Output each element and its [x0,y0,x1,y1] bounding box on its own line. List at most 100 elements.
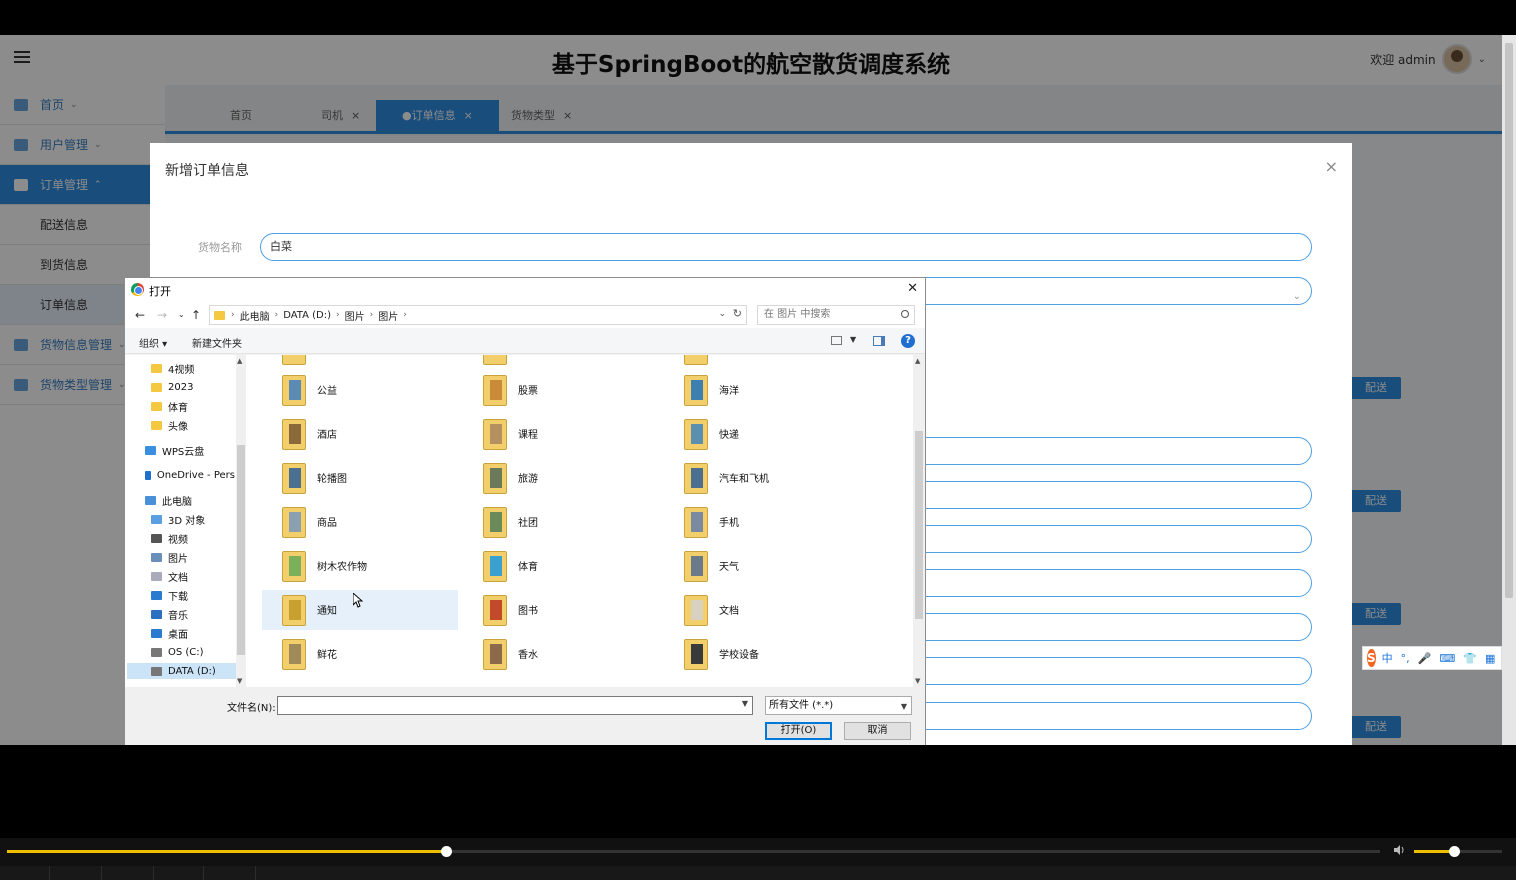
nav-item[interactable]: 头像 [125,417,235,433]
nav-item[interactable]: 图片 [125,549,235,565]
nav-item[interactable]: OS (C:) [125,644,235,660]
file-item[interactable]: 树木农作物 [262,546,458,586]
file-item[interactable]: 体育 [463,546,659,586]
file-item[interactable]: 股票 [463,370,659,410]
scrollbar-thumb[interactable] [237,445,245,655]
new-folder-button[interactable]: 新建文件夹 [192,335,242,350]
nav-item[interactable]: 下载 [125,587,235,603]
nav-item[interactable]: WPS云盘 [125,442,235,458]
breadcrumb-item[interactable]: 图片 [378,308,398,323]
nav-item[interactable]: 体育 [125,398,235,414]
scroll-down-icon[interactable]: ▼ [915,677,920,685]
player-control[interactable] [204,866,256,880]
folder-thumbnail [289,600,301,620]
page-scrollbar[interactable] [1502,35,1516,745]
scroll-up-icon[interactable]: ▲ [237,357,242,365]
progress-bar[interactable] [7,846,1380,857]
file-item[interactable]: 天气 [664,546,860,586]
file-item[interactable]: 海洋 [664,370,860,410]
keyboard-icon[interactable]: ⌨ [1439,652,1455,665]
file-item[interactable]: 快递 [664,414,860,454]
volume-icon[interactable] [1393,844,1405,856]
nav-scrollbar[interactable]: ▲ ▼ [236,355,246,687]
back-arrow-icon[interactable]: ← [135,308,145,322]
file-item[interactable]: 图书 [463,590,659,630]
nav-item[interactable]: 此电脑 [125,492,235,508]
scroll-down-icon[interactable]: ▼ [237,677,242,685]
organize-button[interactable]: 组织 ▾ [139,335,167,350]
file-item[interactable]: 手机 [664,502,860,542]
recent-locations-icon[interactable]: ⌄ [178,310,185,319]
file-item[interactable]: 社团 [463,502,659,542]
address-bar[interactable]: › 此电脑 › DATA (D:) › 图片 › 图片 › ⌄ ↻ [209,305,747,325]
nav-item[interactable]: 音乐 [125,606,235,622]
scroll-up-icon[interactable]: ▲ [915,357,920,365]
close-icon[interactable]: ✕ [907,281,918,296]
nav-item[interactable]: 视频 [125,530,235,546]
nav-item[interactable]: 文档 [125,568,235,584]
refresh-icon[interactable]: ↻ [733,307,742,320]
file-item[interactable]: 轮播图 [262,458,458,498]
chevron-down-icon[interactable]: ⌄ [718,309,726,319]
close-icon[interactable]: × [1325,157,1338,176]
forward-arrow-icon[interactable]: → [157,308,167,322]
microphone-icon[interactable]: 🎤 [1418,652,1432,665]
file-item[interactable]: 酒店 [262,414,458,454]
volume-slider[interactable] [1414,846,1502,857]
file-item[interactable]: 商品 [262,502,458,542]
filename-input[interactable]: ▼ [277,696,753,715]
file-item[interactable]: 公益 [262,370,458,410]
search-input[interactable]: 在 图片 中搜索 [757,305,915,325]
file-item[interactable] [463,355,659,369]
nav-item[interactable]: 3D 对象 [125,511,235,527]
scrollbar-thumb[interactable] [1505,43,1513,598]
file-item[interactable] [262,355,458,369]
goods-name-label: 货物名称 [198,241,242,254]
ime-punctuation[interactable]: °, [1401,652,1410,665]
nav-item[interactable]: DATA (D:) [127,663,237,679]
cancel-button[interactable]: 取消 [844,722,911,740]
sogou-logo-icon[interactable]: S [1367,649,1376,667]
ime-chinese-mode[interactable]: 中 [1382,650,1393,666]
nav-item[interactable]: 2023 [125,379,235,395]
breadcrumb-item[interactable]: DATA (D:) [283,310,331,321]
computer-icon [145,495,156,505]
file-item[interactable]: 学校设备 [664,634,860,674]
player-control[interactable] [50,866,102,880]
chevron-down-icon[interactable]: ▼ [742,699,748,708]
help-icon[interactable]: ? [901,334,915,348]
folder-icon [684,551,708,582]
view-options-icon[interactable] [831,336,842,345]
file-item[interactable]: 课程 [463,414,659,454]
file-item[interactable]: 文档 [664,590,860,630]
nav-item[interactable]: 4视频 [125,360,235,376]
goods-name-input[interactable]: 白菜 [260,233,1312,261]
file-label: 旅游 [518,474,538,485]
breadcrumb-item[interactable]: 此电脑 [240,308,270,323]
scrollbar-thumb[interactable] [915,431,923,619]
preview-pane-icon[interactable] [873,336,885,346]
nav-item[interactable]: OneDrive - Pers [125,467,235,483]
toolbox-icon[interactable]: ▦ [1485,652,1495,665]
open-button[interactable]: 打开(O) [765,722,832,740]
filetype-select[interactable]: 所有文件 (*.*) ▼ [765,696,912,715]
file-item[interactable]: 香水 [463,634,659,674]
player-control[interactable] [154,866,204,880]
up-arrow-icon[interactable]: ↑ [191,308,201,322]
chevron-down-icon[interactable]: ▼ [850,335,856,344]
file-item[interactable]: 鲜花 [262,634,458,674]
file-scrollbar[interactable]: ▲ ▼ [913,355,925,687]
volume-handle[interactable] [1448,846,1460,857]
nav-item[interactable]: 桌面 [125,625,235,641]
skin-icon[interactable]: 👕 [1463,652,1477,665]
progress-handle[interactable] [441,846,453,857]
breadcrumb-item[interactable]: 图片 [345,308,365,323]
folder-thumbnail [691,600,703,620]
player-control[interactable] [102,866,154,880]
file-item[interactable]: 旅游 [463,458,659,498]
progress-fill [7,850,447,853]
file-item[interactable]: 汽车和飞机 [664,458,860,498]
file-item[interactable] [664,355,860,369]
player-control[interactable] [0,866,50,880]
chevron-down-icon[interactable]: ▼ [901,698,907,715]
